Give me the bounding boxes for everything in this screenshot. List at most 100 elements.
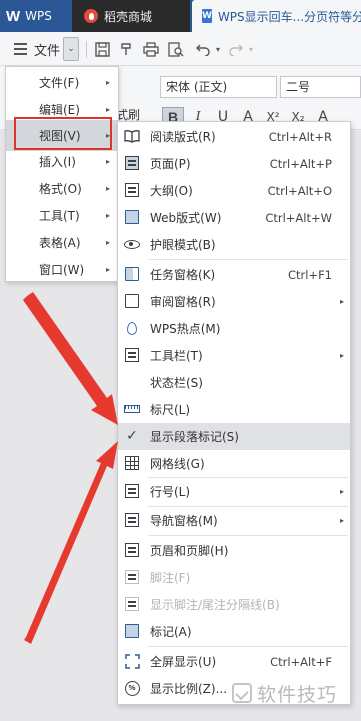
menu-item-gridlines[interactable]: 网格线(G) (118, 450, 350, 477)
docer-icon (84, 9, 98, 23)
undo-dropdown-icon[interactable]: ▾ (213, 38, 223, 60)
menu-item-label: 页面(P) (150, 157, 191, 171)
menu-hamburger-icon[interactable] (12, 38, 28, 60)
tab-docer-store[interactable]: 稻壳商城 (72, 0, 190, 32)
tab-bar: W WPS 稻壳商城 W WPS显示回车...分页符等分 (0, 0, 361, 32)
menu-item-label: 格式(O) (39, 182, 82, 196)
book-icon (124, 128, 140, 144)
menu-item-fullscreen[interactable]: 全屏显示(U) Ctrl+Alt+F (118, 648, 350, 675)
menu-item-status-bar[interactable]: 状态栏(S) (118, 369, 350, 396)
menu-item-line-numbers[interactable]: 行号(L) ▸ (118, 478, 350, 505)
menu-divider (148, 646, 348, 647)
menu-item-label: 表格(A) (39, 236, 81, 250)
menu-item-label: 脚注(F) (150, 571, 191, 585)
menu-item-page-view[interactable]: 页面(P) Ctrl+Alt+P (118, 150, 350, 177)
watermark-text: 软件技巧 (257, 683, 338, 706)
submenu-arrow-icon: ▸ (339, 351, 344, 360)
web-layout-icon (124, 209, 140, 225)
fullscreen-icon (124, 653, 140, 669)
watermark-logo-icon (232, 683, 252, 703)
menu-item-label: 工具栏(T) (150, 349, 203, 363)
menu-item-tools[interactable]: 工具(T) ▸ (6, 202, 118, 229)
undo-icon[interactable] (194, 38, 212, 60)
view-submenu: 阅读版式(R) Ctrl+Alt+R 页面(P) Ctrl+Alt+P 大纲(O… (117, 121, 351, 705)
menu-item-label: 窗口(W) (39, 263, 85, 277)
menu-item-footnote-separator[interactable]: 显示脚注/尾注分隔线(B) (118, 591, 350, 618)
font-name-select[interactable]: 宋体 (正文) (160, 76, 277, 98)
tab-wps-home[interactable]: W WPS (0, 0, 72, 32)
zoom-icon: % (124, 680, 140, 696)
format-painter-icon[interactable] (117, 38, 135, 60)
menu-item-label: 导航窗格(M) (150, 514, 218, 528)
menu-item-label: 显示比例(Z)... (150, 682, 228, 696)
print-icon[interactable] (142, 38, 160, 60)
menu-item-footnote[interactable]: 脚注(F) (118, 564, 350, 591)
redo-dropdown-icon[interactable]: ▾ (246, 38, 256, 60)
menu-item-insert[interactable]: 插入(I) ▸ (6, 148, 118, 175)
submenu-arrow-icon: ▸ (105, 211, 110, 220)
menu-item-task-pane[interactable]: 任务窗格(K) Ctrl+F1 (118, 261, 350, 288)
markup-icon (124, 623, 140, 639)
menu-item-label: 任务窗格(K) (150, 268, 216, 282)
menu-item-eye-protection[interactable]: 护眼模式(B) (118, 231, 350, 258)
eye-icon (124, 236, 140, 252)
menu-item-label: 护眼模式(B) (150, 238, 216, 252)
highlight-box-annotation (14, 117, 112, 150)
submenu-arrow-icon: ▸ (105, 78, 110, 87)
font-size-select[interactable]: 二号 (280, 76, 361, 98)
submenu-arrow-icon: ▸ (339, 297, 344, 306)
menu-item-label: 标记(A) (150, 625, 192, 639)
print-preview-icon[interactable] (167, 38, 185, 60)
main-menu: 文件(F) ▸ 编辑(E) ▸ 视图(V) ▸ 插入(I) ▸ 格式(O) ▸ 工具(T)… (5, 66, 119, 282)
menu-item-toolbar[interactable]: 工具栏(T) ▸ (118, 342, 350, 369)
footnote-icon (124, 569, 140, 585)
shortcut-text: Ctrl+F1 (287, 267, 332, 282)
submenu-arrow-icon: ▸ (339, 487, 344, 496)
submenu-arrow-icon: ▸ (105, 157, 110, 166)
quick-toolbar: 文件 ⌄ ▾ ▾ (0, 32, 361, 66)
menu-item-ruler[interactable]: 标尺(L) (118, 396, 350, 423)
redo-icon[interactable] (227, 38, 245, 60)
wps-logo-icon: W (6, 7, 21, 25)
submenu-arrow-icon: ▸ (105, 265, 110, 274)
hotspot-icon (124, 320, 140, 336)
menu-item-label: 工具(T) (39, 209, 80, 223)
menu-item-window[interactable]: 窗口(W) ▸ (6, 256, 118, 283)
menu-item-table[interactable]: 表格(A) ▸ (6, 229, 118, 256)
tab-document[interactable]: W WPS显示回车...分页符等分 (192, 0, 361, 32)
menu-item-navigation-pane[interactable]: 导航窗格(M) ▸ (118, 507, 350, 534)
menu-item-header-footer[interactable]: 页眉和页脚(H) (118, 537, 350, 564)
outline-icon (124, 182, 140, 198)
menu-item-file[interactable]: 文件(F) ▸ (6, 69, 118, 96)
menu-item-label: 显示脚注/尾注分隔线(B) (150, 598, 280, 612)
writer-doc-icon: W (202, 9, 212, 23)
menu-item-label: 显示段落标记(S) (150, 430, 239, 444)
menu-item-label: 审阅窗格(R) (150, 295, 216, 309)
toolbar-divider (86, 41, 87, 58)
menu-item-review-pane[interactable]: 审阅窗格(R) ▸ (118, 288, 350, 315)
grid-icon (124, 455, 140, 471)
save-icon[interactable] (93, 38, 111, 60)
shortcut-text: Ctrl+Alt+R (268, 129, 332, 144)
page-icon (124, 155, 140, 171)
footnote-separator-icon (124, 596, 140, 612)
check-icon: ✓ (126, 428, 138, 444)
menu-item-outline[interactable]: 大纲(O) Ctrl+Alt+O (118, 177, 350, 204)
menu-item-show-paragraph-marks[interactable]: ✓ 显示段落标记(S) (118, 423, 350, 450)
menu-item-web-layout[interactable]: Web版式(W) Ctrl+Alt+W (118, 204, 350, 231)
menu-item-label: 插入(I) (39, 155, 76, 169)
tab-docer-label: 稻壳商城 (104, 9, 153, 24)
menu-item-markup[interactable]: 标记(A) (118, 618, 350, 645)
shortcut-text: Ctrl+Alt+F (270, 654, 332, 669)
menu-item-label: 编辑(E) (39, 103, 80, 117)
menu-item-reading-layout[interactable]: 阅读版式(R) Ctrl+Alt+R (118, 123, 350, 150)
toolbar-icon (124, 347, 140, 363)
header-footer-icon (124, 542, 140, 558)
chevron-down-icon[interactable]: ⌄ (63, 37, 79, 61)
menu-item-label: 页眉和页脚(H) (150, 544, 229, 558)
tab-document-label: WPS显示回车...分页符等分 (217, 9, 361, 24)
file-menu-button[interactable]: 文件 (32, 38, 62, 60)
line-number-icon (124, 483, 140, 499)
menu-item-format[interactable]: 格式(O) ▸ (6, 175, 118, 202)
menu-item-wps-hotspot[interactable]: WPS热点(M) (118, 315, 350, 342)
